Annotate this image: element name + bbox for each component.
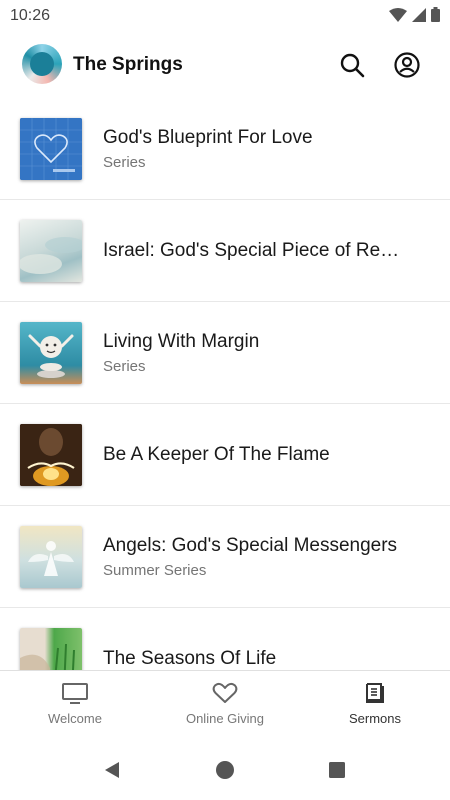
list-item-text: The Seasons Of Life [103,608,426,670]
sermon-thumbnail-israel [20,220,82,282]
sermon-thumbnail-flame [20,424,82,486]
status-icons [389,7,440,27]
sermon-subtitle: Summer Series [103,561,207,579]
tab-label: Sermons [348,711,402,726]
tab-label: Online Giving [185,711,265,726]
system-nav [0,740,450,800]
sermon-thumbnail-blueprint [20,118,82,180]
home-button[interactable] [213,758,237,782]
bottom-nav: Welcome Online Giving Sermons [0,670,450,740]
status-bar: 10:26 [0,0,450,32]
list-item-text: Living With Margin Series [103,302,426,403]
account-button[interactable] [392,50,422,80]
recents-button[interactable] [325,758,349,782]
list-item-text: God's Blueprint For Love Series [103,98,426,199]
sermon-title: Living With Margin [103,330,260,352]
tab-online-giving[interactable]: Online Giving [150,671,300,740]
list-item[interactable]: Be A Keeper Of The Flame [0,404,450,506]
app-title: The Springs [73,54,183,75]
tab-welcome[interactable]: Welcome [0,671,150,740]
list-item-text: Angels: God's Special Messengers Summer … [103,506,426,607]
list-item[interactable]: Angels: God's Special Messengers Summer … [0,506,450,608]
sermon-subtitle: Series [103,357,146,375]
account-icon [394,52,420,78]
list-item[interactable]: Israel: God's Special Piece of Re… [0,200,450,302]
list-item[interactable]: Living With Margin Series [0,302,450,404]
logo-center [30,52,54,76]
search-icon [340,53,365,78]
sermon-title: The Seasons Of Life [103,647,277,669]
heart-icon [212,682,238,703]
church-logo [22,44,62,84]
sermon-thumbnail-angels [20,526,82,588]
sermon-title: Be A Keeper Of The Flame [103,443,330,465]
list-item[interactable]: God's Blueprint For Love Series [0,98,450,200]
sermon-title: Angels: God's Special Messengers [103,534,398,556]
list-item-text: Be A Keeper Of The Flame [103,404,426,505]
tab-sermons[interactable]: Sermons [300,671,450,740]
book-icon [366,683,384,703]
list-item[interactable]: The Seasons Of Life [0,608,450,670]
app-bar: The Springs [0,32,450,98]
cell-signal-icon [412,7,426,27]
status-time: 10:26 [10,7,51,24]
back-icon [105,762,119,778]
sermon-title: God's Blueprint For Love [103,126,313,148]
recents-icon [329,762,345,778]
wifi-icon [389,7,407,27]
search-button[interactable] [337,50,367,80]
tab-label: Welcome [48,711,102,726]
sermon-subtitle: Series [103,153,146,171]
home-icon [216,761,234,779]
back-button[interactable] [100,758,124,782]
sermon-title: Israel: God's Special Piece of Re… [103,239,400,261]
sermon-list[interactable]: God's Blueprint For Love Series Israel: … [0,98,450,670]
sermon-thumbnail-seasons [20,628,82,670]
list-item-text: Israel: God's Special Piece of Re… [103,200,426,301]
tv-icon [62,683,88,704]
sermon-thumbnail-margin [20,322,82,384]
battery-icon [431,7,440,27]
